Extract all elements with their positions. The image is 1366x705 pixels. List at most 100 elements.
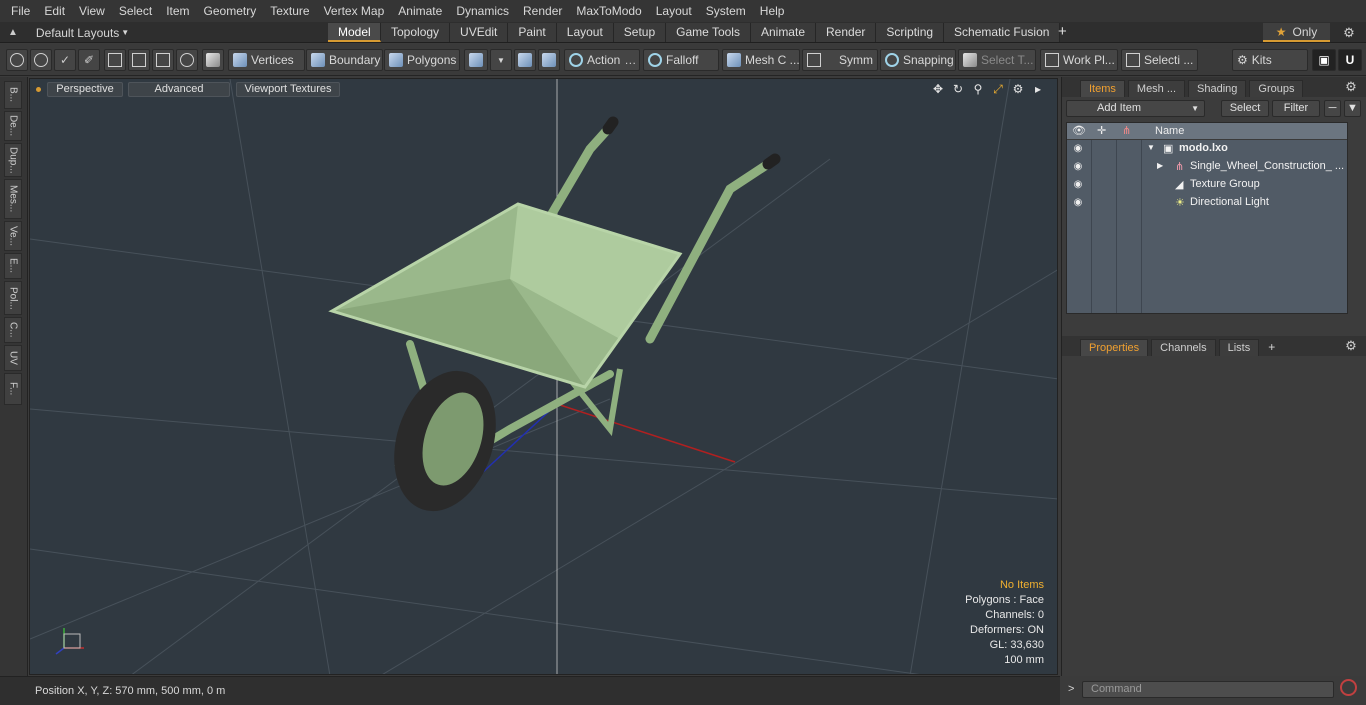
tab-render[interactable]: Render bbox=[816, 23, 877, 42]
menu-animate[interactable]: Animate bbox=[391, 0, 449, 22]
action-center-button[interactable]: Action… bbox=[564, 49, 640, 71]
snap-shield2-button[interactable] bbox=[538, 49, 560, 71]
collapse-arrow-icon[interactable]: ▲ bbox=[8, 27, 18, 38]
select-button[interactable]: Select bbox=[1221, 100, 1269, 117]
falloff-button[interactable]: Falloff bbox=[643, 49, 719, 71]
tab-items[interactable]: Items bbox=[1080, 80, 1125, 97]
menu-render[interactable]: Render bbox=[516, 0, 569, 22]
symmetry-button[interactable]: Symm ... bbox=[802, 49, 878, 71]
eye-icon[interactable]: ◉ bbox=[1072, 161, 1084, 173]
left-tab-vertex[interactable]: Ve... bbox=[4, 221, 22, 251]
list-item[interactable]: ◉ ◢ Texture Group bbox=[1067, 176, 1347, 194]
viewport-gear-icon[interactable]: ⚙ bbox=[1011, 82, 1025, 96]
properties-gear-icon[interactable]: ⚙ bbox=[1342, 336, 1360, 356]
menu-maxtomodo[interactable]: MaxToModo bbox=[569, 0, 648, 22]
work-plane-button[interactable]: Work Pl... bbox=[1040, 49, 1118, 71]
menu-dynamics[interactable]: Dynamics bbox=[449, 0, 516, 22]
perspective-button[interactable]: Perspective bbox=[47, 82, 123, 97]
maximize-view-icon[interactable]: ⤢ bbox=[991, 82, 1005, 96]
menu-file[interactable]: File bbox=[4, 0, 37, 22]
left-tab-edge[interactable]: E... bbox=[4, 253, 22, 279]
pen-button[interactable]: ✓ bbox=[54, 49, 76, 71]
material-mode-button[interactable] bbox=[464, 49, 488, 71]
globe-button[interactable] bbox=[30, 49, 52, 71]
viewport-textures-button[interactable]: Viewport Textures bbox=[236, 82, 340, 97]
polygons-button[interactable]: Polygons bbox=[384, 49, 460, 71]
select-circle-button[interactable] bbox=[6, 49, 28, 71]
left-tab-deform[interactable]: De... bbox=[4, 111, 22, 141]
command-input[interactable]: Command bbox=[1082, 681, 1334, 698]
eye-icon[interactable]: ◉ bbox=[1072, 179, 1084, 191]
items-panel-gear-icon[interactable]: ⚙ bbox=[1342, 77, 1360, 97]
tab-animate[interactable]: Animate bbox=[750, 23, 816, 42]
filter-button[interactable]: Filter bbox=[1272, 100, 1320, 117]
left-tab-mesh-edit[interactable]: Mes... bbox=[4, 179, 22, 219]
tab-mesh[interactable]: Mesh ... bbox=[1127, 80, 1186, 97]
tab-channels[interactable]: Channels bbox=[1151, 339, 1216, 356]
layout-dropdown[interactable]: ▲ Default Layouts ▼ bbox=[8, 22, 129, 43]
selection-sets-button[interactable]: Selecti ... bbox=[1121, 49, 1198, 71]
menu-help[interactable]: Help bbox=[753, 0, 792, 22]
3d-viewport[interactable]: Perspective Advanced Viewport Textures ✥… bbox=[29, 78, 1058, 675]
snap-shield-button[interactable] bbox=[514, 49, 536, 71]
center-button[interactable] bbox=[152, 49, 174, 71]
eye-icon[interactable]: ◉ bbox=[1072, 143, 1084, 155]
expand-arrow-icon[interactable]: ▼ bbox=[1147, 143, 1155, 152]
menu-select[interactable]: Select bbox=[112, 0, 159, 22]
unity-button[interactable]: ▣ bbox=[1312, 49, 1336, 71]
tab-shading[interactable]: Shading bbox=[1188, 80, 1247, 97]
list-item[interactable]: ◉ ▼ ▣ modo.lxo bbox=[1067, 140, 1347, 158]
menu-texture[interactable]: Texture bbox=[263, 0, 316, 22]
material-dropdown[interactable]: ▼ bbox=[490, 49, 512, 71]
boundary-button[interactable]: Boundary bbox=[306, 49, 383, 71]
expand-arrow-icon[interactable]: ▶ bbox=[1157, 161, 1163, 170]
menu-layout[interactable]: Layout bbox=[649, 0, 699, 22]
kits-button[interactable]: ⚙ Kits bbox=[1232, 49, 1308, 71]
left-tab-polygon[interactable]: Pol... bbox=[4, 281, 22, 315]
tab-layout[interactable]: Layout bbox=[556, 23, 614, 42]
move-view-icon[interactable]: ✥ bbox=[931, 82, 945, 96]
viewport-expand-icon[interactable]: ▸ bbox=[1031, 82, 1045, 96]
advanced-button[interactable]: Advanced bbox=[128, 82, 230, 97]
tab-groups[interactable]: Groups bbox=[1249, 80, 1304, 97]
align-button[interactable] bbox=[104, 49, 126, 71]
tab-setup[interactable]: Setup bbox=[613, 23, 667, 42]
menu-view[interactable]: View bbox=[72, 0, 112, 22]
left-tab-fusion[interactable]: F... bbox=[4, 373, 22, 405]
menu-edit[interactable]: Edit bbox=[37, 0, 72, 22]
snapping-button[interactable]: Snapping bbox=[880, 49, 956, 71]
collapse-list-icon[interactable]: ─ bbox=[1324, 100, 1341, 117]
tab-lists[interactable]: Lists bbox=[1218, 339, 1260, 356]
brush-button[interactable]: ✐ bbox=[78, 49, 100, 71]
tab-uvedit[interactable]: UVEdit bbox=[450, 23, 509, 42]
select-through-button[interactable]: Select T... bbox=[958, 49, 1036, 71]
tab-properties[interactable]: Properties bbox=[1080, 339, 1149, 356]
vertices-button[interactable]: Vertices bbox=[228, 49, 305, 71]
menu-system[interactable]: System bbox=[699, 0, 753, 22]
menu-item[interactable]: Item bbox=[159, 0, 196, 22]
viewport-menu-dot[interactable] bbox=[36, 87, 41, 92]
left-tab-basic[interactable]: B... bbox=[4, 81, 22, 109]
left-tab-curve[interactable]: C... bbox=[4, 317, 22, 343]
rotate-view-icon[interactable]: ↻ bbox=[951, 82, 965, 96]
item-mode-button[interactable] bbox=[202, 49, 224, 71]
funnel-filter-icon[interactable]: ▼ bbox=[1344, 100, 1361, 117]
add-panel-tab-icon[interactable]: + bbox=[1268, 338, 1275, 356]
record-icon[interactable] bbox=[1340, 679, 1357, 696]
tab-scripting[interactable]: Scripting bbox=[876, 23, 945, 42]
add-tab-icon[interactable]: + bbox=[1058, 22, 1072, 43]
transform-button[interactable] bbox=[128, 49, 150, 71]
eye-icon[interactable]: ◉ bbox=[1072, 197, 1084, 209]
list-item[interactable]: ◉ ☀ Directional Light bbox=[1067, 194, 1347, 212]
left-tab-duplicate[interactable]: Dup... bbox=[4, 143, 22, 177]
unreal-button[interactable]: U bbox=[1338, 49, 1362, 71]
rotate-button[interactable] bbox=[176, 49, 198, 71]
left-tab-uv[interactable]: UV bbox=[4, 345, 22, 371]
menu-geometry[interactable]: Geometry bbox=[197, 0, 264, 22]
wheelbarrow-model[interactable] bbox=[328, 116, 781, 524]
zoom-view-icon[interactable]: ⚲ bbox=[971, 82, 985, 96]
only-toggle[interactable]: ★ Only bbox=[1263, 23, 1330, 42]
tab-schematic-fusion[interactable]: Schematic Fusion bbox=[944, 23, 1061, 42]
tab-game-tools[interactable]: Game Tools bbox=[666, 23, 751, 42]
add-item-button[interactable]: Add Item ▼ bbox=[1066, 100, 1205, 117]
